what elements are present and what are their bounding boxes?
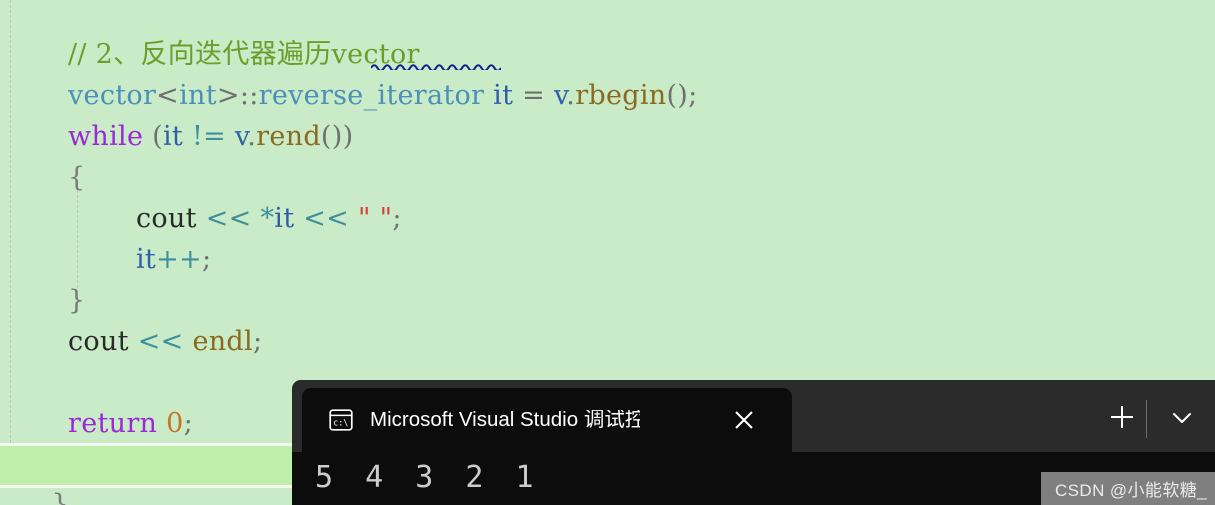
- code-token: .: [247, 121, 257, 152]
- code-line-text: vector<int>::reverse_iterator it = v.rbe…: [0, 75, 698, 116]
- svg-text:c:\: c:\: [333, 417, 348, 427]
- code-line-text: cout << *it << " ";: [0, 198, 402, 239]
- code-token: 0: [166, 408, 184, 439]
- terminal-titlebar[interactable]: c:\ Microsoft Visual Studio 调试控制台: [292, 380, 1215, 452]
- code-token: .: [566, 80, 576, 111]
- code-token: endl: [192, 326, 253, 357]
- code-line-text: it++;: [0, 239, 211, 280]
- code-token: <<: [137, 326, 184, 357]
- code-token: ;: [252, 326, 263, 357]
- code-token: return: [68, 408, 158, 439]
- code-token: ;: [392, 203, 402, 234]
- code-token: !=: [191, 121, 227, 152]
- code-token: ;: [183, 408, 194, 439]
- console-cmd-icon: c:\: [328, 407, 354, 433]
- code-line[interactable]: while (it != v.rend()): [0, 116, 1215, 157]
- code-token: <: [156, 80, 180, 111]
- code-line-text: while (it != v.rend()): [0, 116, 353, 157]
- code-line[interactable]: cout << *it << " ";: [0, 198, 1215, 239]
- chevron-down-icon: [1169, 404, 1195, 430]
- code-token: ;: [688, 80, 698, 111]
- code-line[interactable]: cout << endl;: [0, 321, 1215, 362]
- screenshot-root: // 2、反向迭代器遍历vectorvector<int>::reverse_i…: [0, 0, 1215, 505]
- code-token: rend: [256, 121, 321, 152]
- code-token: <<: [205, 203, 252, 234]
- code-token: " ": [357, 203, 393, 234]
- code-token: (): [666, 80, 689, 111]
- watermark-text: CSDN @小能软糖_: [1054, 481, 1207, 500]
- toolbar-divider: [1146, 400, 1147, 438]
- new-tab-button[interactable]: [1096, 388, 1148, 446]
- code-token: it: [274, 203, 304, 234]
- code-token: }: [68, 285, 86, 316]
- code-token: int: [179, 80, 217, 111]
- code-token: v: [553, 80, 567, 111]
- code-token: it: [136, 244, 157, 275]
- code-token: while: [68, 121, 144, 152]
- close-icon[interactable]: [732, 408, 756, 432]
- code-line-text: // 2、反向迭代器遍历vector: [0, 34, 420, 75]
- code-line[interactable]: }: [0, 280, 1215, 321]
- code-token: *: [260, 203, 275, 234]
- code-line-text: {: [0, 157, 85, 198]
- code-line-text: cout << endl;: [0, 321, 262, 362]
- csdn-watermark: CSDN @小能软糖_: [1040, 472, 1215, 505]
- code-token: ++: [156, 244, 202, 275]
- code-line[interactable]: vector<int>::reverse_iterator it = v.rbe…: [0, 75, 1215, 116]
- tab-dropdown-button[interactable]: [1156, 388, 1208, 446]
- code-token: it: [162, 121, 192, 152]
- code-line-text: }: [0, 280, 85, 321]
- code-token: ()): [320, 121, 354, 152]
- code-token: ::: [239, 80, 259, 111]
- plus-icon: [1108, 403, 1136, 431]
- code-line[interactable]: {: [0, 157, 1215, 198]
- code-token: >: [216, 80, 240, 111]
- code-token: (: [143, 121, 163, 152]
- terminal-tab-title: Microsoft Visual Studio 调试控制台: [370, 409, 640, 431]
- code-token: reverse_iterator: [258, 80, 485, 111]
- current-line-text: }: [51, 489, 69, 505]
- code-token: v: [234, 121, 248, 152]
- code-token: =: [522, 80, 554, 111]
- code-token: it: [484, 80, 523, 111]
- code-token: vector: [68, 80, 157, 111]
- code-line[interactable]: // 2、反向迭代器遍历vector: [0, 34, 1215, 75]
- code-line[interactable]: it++;: [0, 239, 1215, 280]
- code-token: ;: [201, 244, 212, 275]
- code-token: rbegin: [575, 80, 667, 111]
- code-token: {: [68, 162, 86, 193]
- code-token: cout: [136, 203, 206, 234]
- code-line-text: return 0;: [0, 403, 193, 444]
- code-token: // 2、反向迭代器遍历vector: [68, 39, 420, 70]
- spell-error-squiggle: [371, 62, 501, 70]
- terminal-output-line: 5 4 3 2 1: [315, 460, 541, 495]
- code-token: <<: [303, 203, 350, 234]
- terminal-tab-active[interactable]: c:\ Microsoft Visual Studio 调试控制台: [302, 388, 792, 452]
- code-token: cout: [68, 326, 138, 357]
